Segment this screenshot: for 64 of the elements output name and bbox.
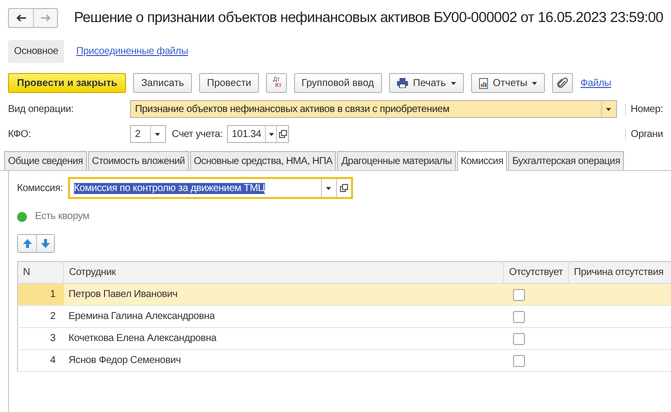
field-label: Счет учета: — [172, 128, 223, 140]
printer-icon — [397, 78, 408, 88]
kfo-field[interactable]: 2 — [130, 125, 166, 143]
caret-icon — [606, 108, 612, 110]
quorum-status: Есть кворум — [35, 211, 90, 222]
caret-icon — [450, 82, 456, 84]
commission-field[interactable]: Комиссия по контролю за движением ТМЦ — [68, 177, 353, 199]
column-header[interactable]: Сотрудник — [64, 262, 504, 284]
table-row[interactable]: 4 Яснов Федор Семенович — [18, 350, 671, 372]
tab[interactable]: Основные средства, НМА, НПА — [190, 151, 336, 170]
tab[interactable]: Бухгалтерская операция — [508, 151, 624, 170]
absent-checkbox[interactable] — [512, 310, 524, 322]
column-header[interactable]: Отсутствует — [504, 262, 568, 284]
attach-button[interactable] — [552, 73, 574, 93]
caret-icon — [268, 132, 274, 136]
column-header[interactable]: N — [18, 262, 64, 284]
move-down-button[interactable] — [36, 235, 54, 252]
table-cell: Петров Павел Иванович — [68, 289, 178, 300]
field-label: Вид операции: — [8, 104, 75, 114]
row-number: 4 — [50, 355, 56, 366]
open-icon — [278, 130, 287, 138]
field-label: КФО: — [8, 128, 32, 140]
row-number: 2 — [50, 311, 56, 322]
report-icon — [478, 78, 488, 88]
row-number: 3 — [50, 333, 56, 344]
down-arrow-icon — [41, 239, 50, 248]
absent-checkbox[interactable] — [512, 354, 524, 366]
table-cell: Яснов Федор Семенович — [68, 355, 181, 366]
window-title: Решение о признании объектов нефинансовых активов БУ00-000002 от 16.05.2023 23:59:00 — [74, 10, 664, 26]
operation-type-field[interactable]: Признание объектов нефинансовых активов в связи с приобретением — [130, 100, 617, 118]
section-tab[interactable]: Присоединенные файлы — [70, 40, 194, 62]
absent-checkbox[interactable] — [512, 332, 524, 344]
column-header[interactable]: Причина отсутствия — [568, 262, 671, 284]
back-arrow-icon — [16, 14, 26, 22]
toolbar-button[interactable]: Групповой ввод — [294, 73, 382, 93]
tab[interactable]: Стоимость вложений — [88, 151, 189, 170]
caret-icon — [155, 132, 160, 136]
field-label: Комиссия: — [17, 182, 63, 194]
caret-icon — [532, 82, 538, 84]
table-row[interactable]: 2 Еремина Галина Александровна — [18, 306, 671, 328]
up-arrow-icon — [22, 239, 32, 248]
tab[interactable]: Общие сведения — [4, 151, 87, 170]
section-tab[interactable]: Основное — [8, 40, 64, 62]
reports-button[interactable]: Отчеты — [470, 73, 546, 93]
toolbar-button[interactable]: Записать — [133, 73, 192, 93]
row-number: 1 — [50, 289, 56, 300]
paperclip-icon — [557, 77, 568, 89]
tab[interactable]: Комиссия — [456, 151, 508, 171]
field-label: Органи — [624, 128, 663, 140]
account-field[interactable]: 101.34 — [226, 125, 289, 143]
table-row[interactable]: 3 Кочеткова Елена Александровна — [18, 328, 671, 350]
forward-arrow-icon — [40, 14, 50, 22]
open-icon — [340, 184, 348, 192]
files-link[interactable]: Файлы — [580, 78, 612, 88]
table-cell: Кочеткова Елена Александровна — [68, 333, 216, 344]
field-label: Номер: — [624, 104, 663, 114]
tab[interactable]: Драгоценные материалы — [337, 151, 456, 170]
post-and-close-button[interactable]: Провести и закрыть — [8, 73, 126, 93]
table-cell: Еремина Галина Александровна — [68, 311, 215, 322]
print-button[interactable]: Печать — [389, 73, 464, 93]
caret-icon — [326, 186, 332, 190]
move-up-button[interactable] — [18, 235, 36, 252]
absent-checkbox[interactable] — [512, 288, 524, 300]
toolbar-button[interactable]: Провести — [199, 73, 260, 93]
